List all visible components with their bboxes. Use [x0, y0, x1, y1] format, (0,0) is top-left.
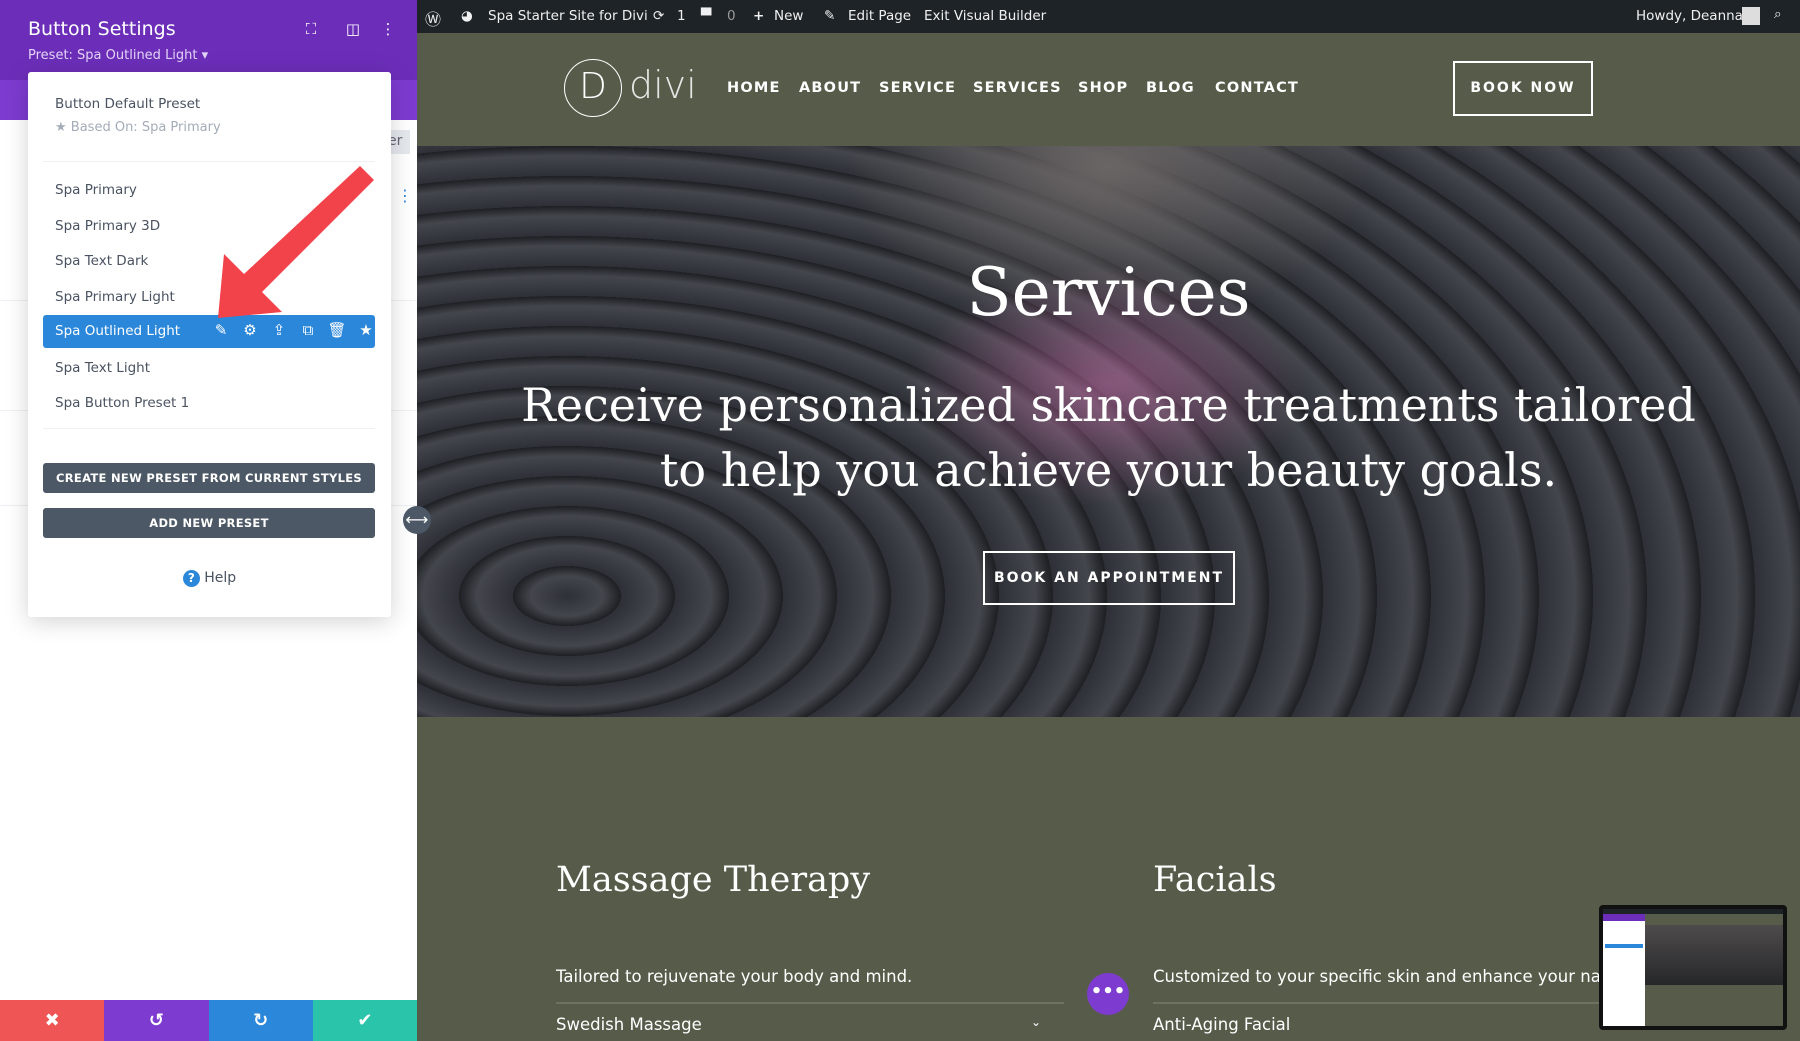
- undo-button[interactable]: ↺: [104, 1000, 209, 1041]
- nav-shop[interactable]: SHOP: [1078, 80, 1128, 96]
- builder-options-button[interactable]: •••: [1087, 973, 1129, 1015]
- hero-section: Services Receive personalized skincare t…: [417, 146, 1800, 717]
- logo[interactable]: D: [564, 59, 622, 117]
- nav-home[interactable]: HOME: [727, 80, 781, 96]
- page-thumbnail[interactable]: [1599, 905, 1787, 1030]
- book-now-button[interactable]: BOOK NOW: [1453, 61, 1593, 116]
- logo-text[interactable]: divi: [629, 63, 697, 107]
- comments-icon[interactable]: ▀: [701, 8, 711, 24]
- comments-count[interactable]: 0: [727, 8, 736, 24]
- updates-icon[interactable]: ⟳: [653, 8, 664, 24]
- admin-bar: Ⓦ ◕ Spa Starter Site for Divi ⟳ 1 ▀ 0 + …: [417, 0, 1800, 33]
- massage-desc: Tailored to rejuvenate your body and min…: [556, 967, 913, 986]
- chevron-down-icon[interactable]: ⌄: [1031, 1015, 1041, 1029]
- facials-desc: Customized to your specific skin and enh…: [1153, 967, 1603, 986]
- nav-service[interactable]: SERVICE: [879, 80, 956, 96]
- divider: [556, 1002, 1064, 1004]
- new-link[interactable]: New: [774, 8, 803, 24]
- facials-title: Facials: [1153, 860, 1277, 900]
- hero-subtitle-line1: Receive personalized skincare treatments…: [521, 378, 1696, 432]
- resize-handle[interactable]: ⟷: [403, 506, 431, 534]
- annotation-arrow: [218, 166, 374, 318]
- exit-builder-link[interactable]: Exit Visual Builder: [924, 8, 1046, 24]
- redo-button[interactable]: ↻: [208, 1000, 313, 1041]
- plus-icon: +: [753, 8, 765, 24]
- nav-services[interactable]: SERVICES: [973, 80, 1062, 96]
- site-header: D divi HOME ABOUT SERVICE SERVICES SHOP …: [417, 33, 1800, 146]
- create-preset-button[interactable]: CREATE NEW PRESET FROM CURRENT STYLES: [43, 463, 375, 493]
- help-icon: ?: [182, 570, 200, 587]
- help-link[interactable]: ? Help: [28, 570, 391, 587]
- book-appointment-button[interactable]: BOOK AN APPOINTMENT: [983, 551, 1235, 605]
- accordion-swedish-massage[interactable]: Swedish Massage: [556, 1015, 702, 1034]
- save-button[interactable]: ✔: [312, 1000, 417, 1041]
- nav-contact[interactable]: CONTACT: [1215, 80, 1299, 96]
- edit-page-link[interactable]: Edit Page: [848, 8, 911, 24]
- nav-blog[interactable]: BLOG: [1146, 80, 1195, 96]
- accordion-anti-aging-facial[interactable]: Anti-Aging Facial: [1153, 1015, 1290, 1034]
- add-preset-button[interactable]: ADD NEW PRESET: [43, 508, 375, 538]
- divider: [43, 428, 375, 429]
- settings-panel: Button Settings Preset: Spa Outlined Lig…: [0, 0, 417, 1041]
- help-label: Help: [204, 570, 237, 586]
- dashboard-icon: ◕: [461, 8, 473, 24]
- updates-count[interactable]: 1: [677, 8, 686, 24]
- howdy-link[interactable]: Howdy, Deanna: [1636, 8, 1743, 24]
- pencil-icon: ✎: [824, 8, 836, 24]
- massage-title: Massage Therapy: [556, 860, 871, 900]
- hero-title: Services: [966, 254, 1251, 331]
- search-icon[interactable]: ⌕: [1774, 6, 1782, 22]
- site-name-link[interactable]: Spa Starter Site for Divi: [488, 8, 648, 24]
- nav-about[interactable]: ABOUT: [799, 80, 861, 96]
- avatar[interactable]: [1742, 7, 1760, 25]
- divider: [1153, 1002, 1603, 1004]
- cancel-button[interactable]: ✖: [0, 1000, 105, 1041]
- hero-subtitle-line2: to help you achieve your beauty goals.: [659, 443, 1558, 497]
- wordpress-icon[interactable]: Ⓦ: [425, 6, 441, 30]
